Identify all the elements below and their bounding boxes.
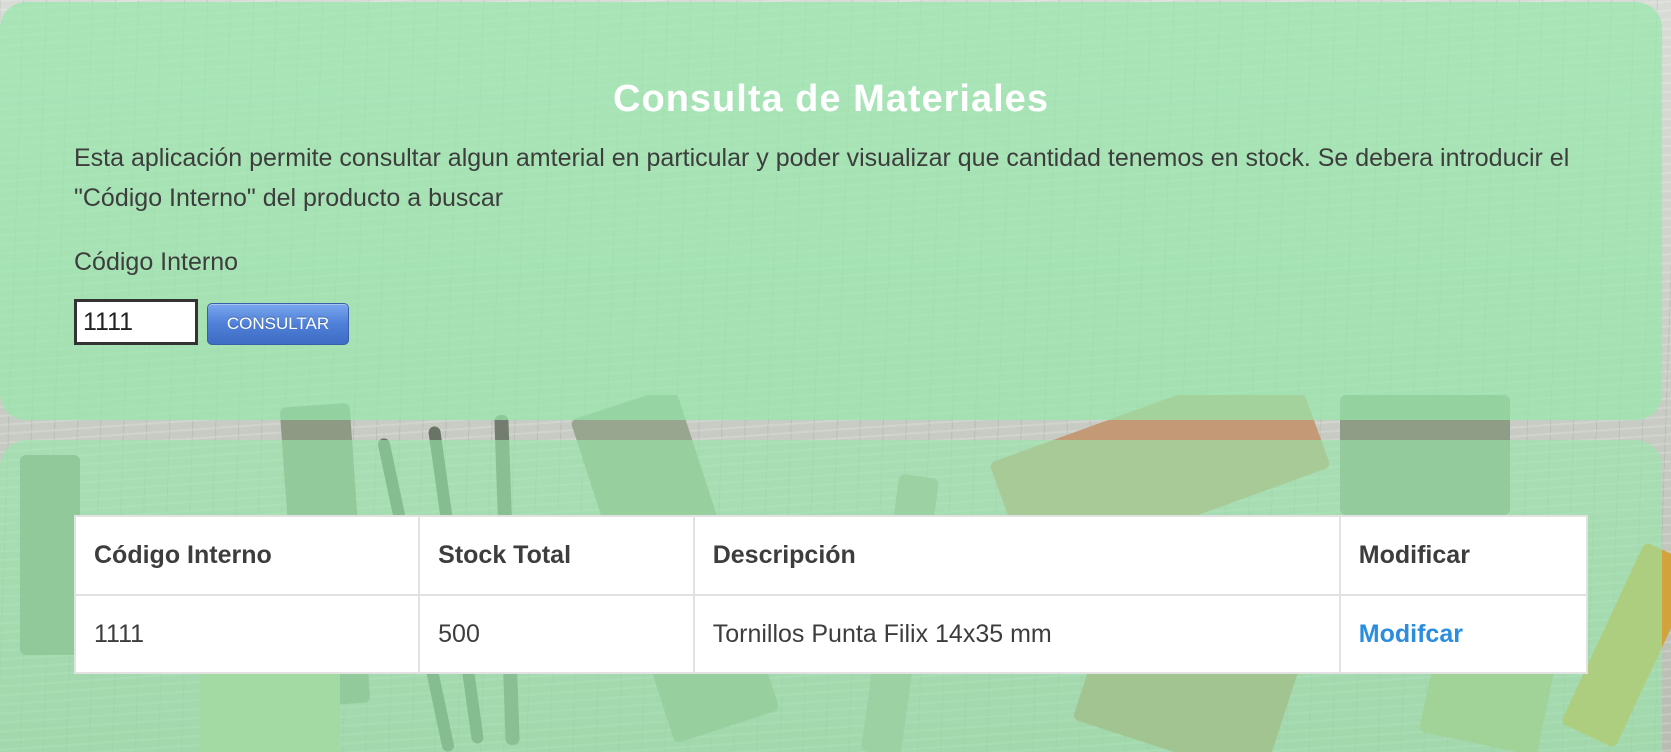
cell-code: 1111 [73,594,421,674]
cell-stock: 500 [418,594,695,674]
column-header-stock: Stock Total [418,515,695,596]
page-description: Esta aplicación permite consultar algun … [74,144,1570,212]
cell-action: Modifcar [1338,594,1589,674]
page-title: Consulta de Materiales [613,78,1049,120]
code-input[interactable] [74,299,198,345]
modify-link[interactable]: Modifcar [1359,620,1463,648]
search-panel: Consulta de Materiales Esta aplicación p… [0,2,1662,420]
table-row: 1111 500 Tornillos Punta Filix 14x35 mm … [73,594,1589,674]
table-header-row: Código Interno Stock Total Descripción M… [73,515,1589,596]
code-field-label: Código Interno [74,248,239,276]
results-table: Código Interno Stock Total Descripción M… [73,515,1589,674]
column-header-description: Descripción [692,515,1341,596]
cell-description: Tornillos Punta Filix 14x35 mm [692,594,1341,674]
consult-button[interactable]: CONSULTAR [207,303,349,345]
column-header-code: Código Interno [73,515,421,596]
column-header-modify: Modificar [1338,515,1589,596]
